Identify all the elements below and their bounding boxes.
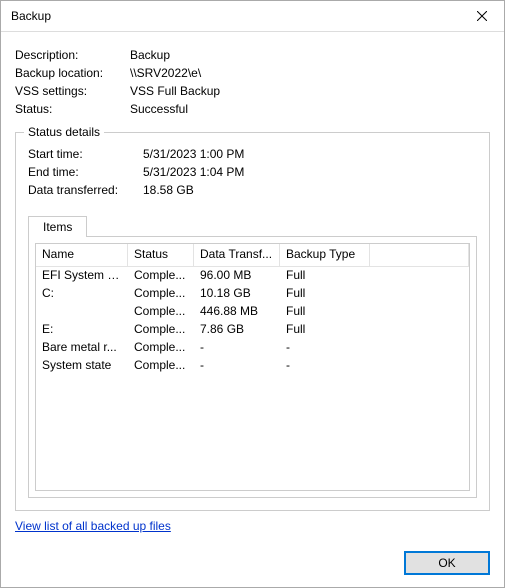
end-time-label: End time: (28, 165, 143, 179)
view-backed-up-files-link[interactable]: View list of all backed up files (15, 519, 171, 533)
table-cell: System state (36, 357, 128, 375)
header-status[interactable]: Status (128, 244, 194, 266)
table-cell: C: (36, 285, 128, 303)
vss-settings-label: VSS settings: (15, 84, 130, 98)
tab-items-page: Name Status Data Transf... Backup Type E… (28, 236, 477, 498)
table-cell: 446.88 MB (194, 303, 280, 321)
header-name[interactable]: Name (36, 244, 128, 266)
table-cell (370, 321, 469, 339)
window-title: Backup (11, 9, 459, 23)
table-cell (370, 267, 469, 285)
start-time-value: 5/31/2023 1:00 PM (143, 147, 477, 161)
tab-strip: Items (28, 215, 477, 236)
table-cell: - (280, 339, 370, 357)
table-cell: - (280, 357, 370, 375)
table-cell (370, 285, 469, 303)
table-cell: Comple... (128, 339, 194, 357)
status-value: Successful (130, 102, 490, 116)
table-cell: Comple... (128, 267, 194, 285)
status-label: Status: (15, 102, 130, 116)
description-label: Description: (15, 48, 130, 62)
data-transferred-label: Data transferred: (28, 183, 143, 197)
table-cell: Comple... (128, 357, 194, 375)
table-cell: 10.18 GB (194, 285, 280, 303)
table-cell: Full (280, 321, 370, 339)
summary-fields: Description: Backup Backup location: \\S… (15, 44, 490, 120)
header-backup-type[interactable]: Backup Type (280, 244, 370, 266)
ok-button[interactable]: OK (404, 551, 490, 575)
table-row[interactable]: Bare metal r...Comple...-- (36, 339, 469, 357)
close-button[interactable] (459, 1, 504, 31)
header-spacer (370, 244, 469, 266)
tab-items[interactable]: Items (28, 216, 87, 237)
table-cell: Full (280, 303, 370, 321)
status-details-group: Status details Start time: 5/31/2023 1:0… (15, 132, 490, 511)
table-cell: E: (36, 321, 128, 339)
table-cell: 96.00 MB (194, 267, 280, 285)
table-cell: Full (280, 285, 370, 303)
status-details-legend: Status details (24, 125, 104, 139)
items-listview[interactable]: Name Status Data Transf... Backup Type E… (35, 243, 470, 491)
dialog-content: Description: Backup Backup location: \\S… (1, 32, 504, 539)
table-cell: - (194, 339, 280, 357)
table-row[interactable]: Comple...446.88 MBFull (36, 303, 469, 321)
dialog-footer: OK (1, 539, 504, 587)
table-cell: Bare metal r... (36, 339, 128, 357)
table-cell (370, 357, 469, 375)
table-row[interactable]: E:Comple...7.86 GBFull (36, 321, 469, 339)
table-row[interactable]: System stateComple...-- (36, 357, 469, 375)
table-cell: - (194, 357, 280, 375)
table-cell: 7.86 GB (194, 321, 280, 339)
table-cell: Comple... (128, 285, 194, 303)
table-row[interactable]: C:Comple...10.18 GBFull (36, 285, 469, 303)
description-value: Backup (130, 48, 490, 62)
table-cell: Comple... (128, 321, 194, 339)
vss-settings-value: VSS Full Backup (130, 84, 490, 98)
listview-body: EFI System P...Comple...96.00 MBFullC:Co… (36, 267, 469, 375)
table-cell: EFI System P... (36, 267, 128, 285)
start-time-label: Start time: (28, 147, 143, 161)
titlebar: Backup (1, 1, 504, 32)
backup-dialog: Backup Description: Backup Backup locati… (0, 0, 505, 588)
table-cell (36, 303, 128, 321)
table-cell: Full (280, 267, 370, 285)
table-cell: Comple... (128, 303, 194, 321)
backup-location-value: \\SRV2022\e\ (130, 66, 490, 80)
header-data-transf[interactable]: Data Transf... (194, 244, 280, 266)
table-row[interactable]: EFI System P...Comple...96.00 MBFull (36, 267, 469, 285)
end-time-value: 5/31/2023 1:04 PM (143, 165, 477, 179)
close-icon (477, 11, 487, 21)
backup-location-label: Backup location: (15, 66, 130, 80)
listview-header: Name Status Data Transf... Backup Type (36, 244, 469, 267)
table-cell (370, 339, 469, 357)
table-cell (370, 303, 469, 321)
data-transferred-value: 18.58 GB (143, 183, 477, 197)
status-details-fields: Start time: 5/31/2023 1:00 PM End time: … (28, 143, 477, 201)
